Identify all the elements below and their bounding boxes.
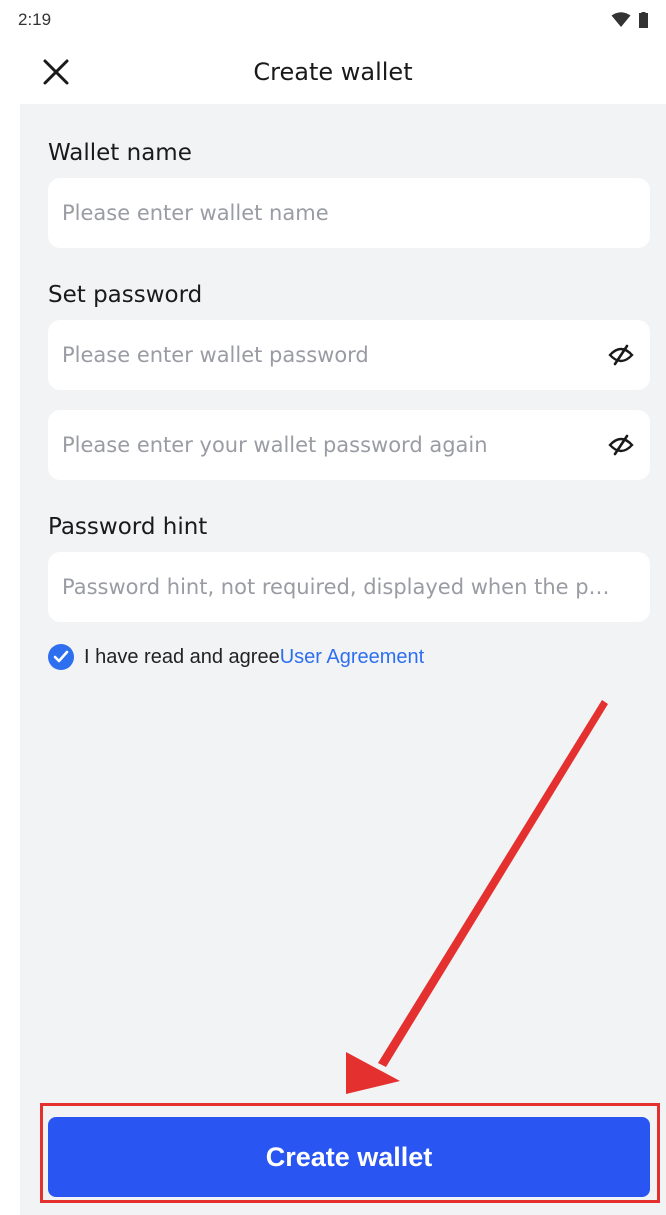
create-wallet-button[interactable]: Create wallet <box>48 1117 650 1197</box>
eye-off-icon <box>608 434 634 456</box>
status-time: 2:19 <box>18 10 52 29</box>
agreement-checkbox[interactable] <box>48 644 74 670</box>
eye-off-icon <box>608 344 634 366</box>
password-hint-input[interactable] <box>62 575 636 599</box>
password-hint-label: Password hint <box>48 514 208 540</box>
password-confirm-field-container <box>48 410 650 480</box>
password-field-container <box>48 320 650 390</box>
password-input[interactable] <box>62 343 598 367</box>
password-visibility-toggle[interactable] <box>606 340 636 370</box>
battery-icon <box>639 12 648 28</box>
close-icon <box>43 59 69 85</box>
password-confirm-input[interactable] <box>62 433 598 457</box>
password-confirm-visibility-toggle[interactable] <box>606 430 636 460</box>
wallet-name-label: Wallet name <box>48 140 192 166</box>
wallet-name-input[interactable] <box>62 201 636 225</box>
agreement-row: I have read and agree User Agreement <box>48 644 424 670</box>
user-agreement-link[interactable]: User Agreement <box>280 646 425 669</box>
wifi-icon <box>611 12 631 27</box>
status-icons <box>611 12 648 28</box>
password-hint-field-container <box>48 552 650 622</box>
agreement-text: I have read and agree <box>84 645 280 668</box>
close-button[interactable] <box>38 54 74 90</box>
check-icon <box>53 650 69 663</box>
form-panel: Wallet name Set password Password hint <box>20 104 666 1215</box>
page-title: Create wallet <box>253 58 413 86</box>
app-bar: Create wallet <box>0 40 666 104</box>
status-bar: 2:19 <box>0 0 666 40</box>
wallet-name-field-container <box>48 178 650 248</box>
set-password-label: Set password <box>48 282 203 308</box>
